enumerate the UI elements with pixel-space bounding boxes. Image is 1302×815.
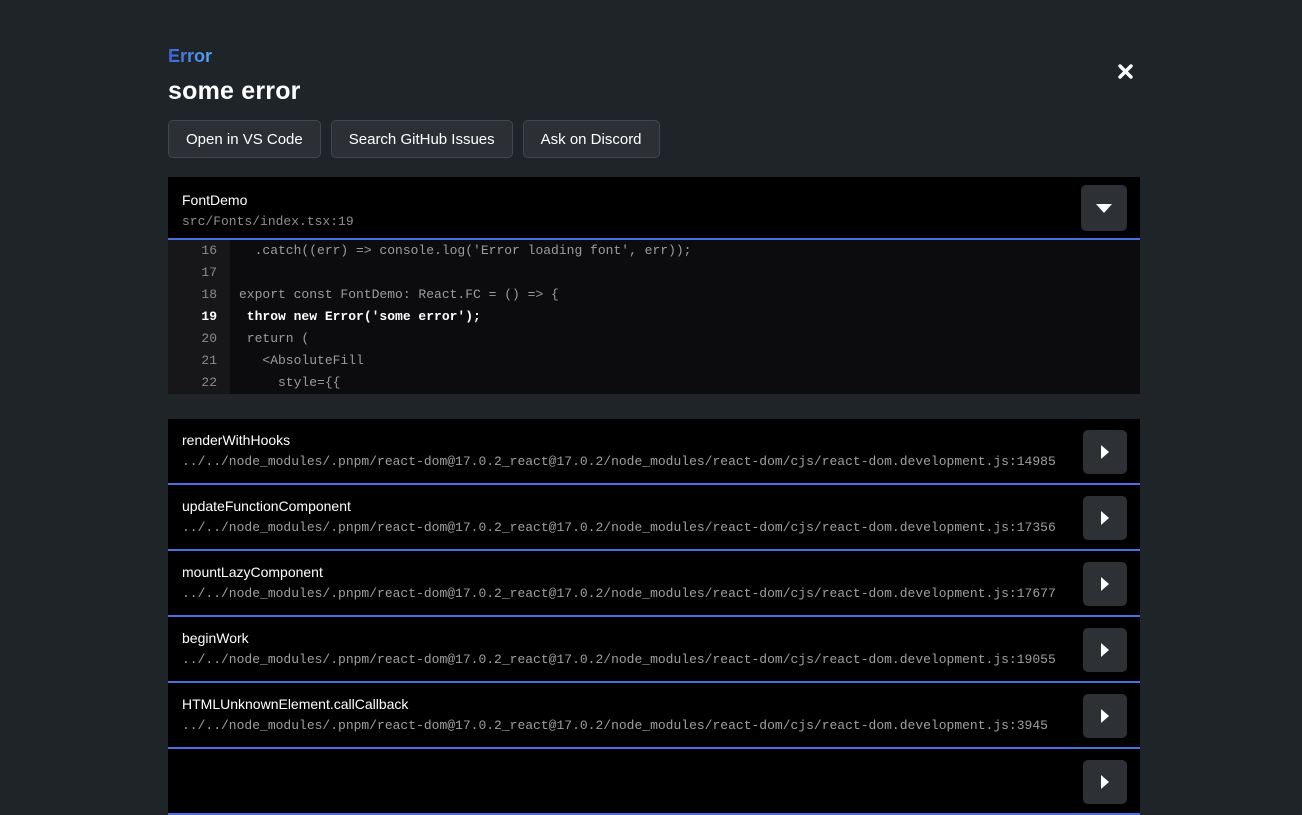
expand-frame-button[interactable] [1083,760,1127,804]
chevron-right-icon [1101,445,1109,459]
stack-frame-function-name: updateFunctionComponent [182,498,1070,514]
error-type-label: Error [168,46,212,67]
expand-frame-button[interactable] [1083,562,1127,606]
stack-frame-function-name: beginWork [182,630,1070,646]
stack-frame-function-name: mountLazyComponent [182,564,1070,580]
ask-on-discord-button[interactable]: Ask on Discord [523,120,660,158]
expand-frame-button[interactable] [1083,628,1127,672]
chevron-right-icon [1101,709,1109,723]
stack-frame-callcallback: HTMLUnknownElement.callCallback ../../no… [168,683,1140,749]
line-number: 20 [168,328,230,350]
line-number: 22 [168,372,230,394]
line-number: 16 [168,240,230,262]
code-line-text: export const FontDemo: React.FC = () => … [230,284,1140,306]
code-line-text: .catch((err) => console.log('Error loadi… [230,240,1140,262]
chevron-right-icon [1101,643,1109,657]
line-number: 19 [168,306,230,328]
search-github-issues-button[interactable]: Search GitHub Issues [331,120,513,158]
expand-frame-button[interactable] [1083,496,1127,540]
line-number: 18 [168,284,230,306]
collapse-code-button[interactable] [1081,185,1127,231]
stack-trace-list: renderWithHooks ../../node_modules/.pnpm… [168,419,1140,815]
close-button[interactable] [1109,57,1141,89]
open-in-vscode-button[interactable]: Open in VS Code [168,120,321,158]
code-frame-header: FontDemo src/Fonts/index.tsx:19 [168,177,1140,240]
code-line: 16 .catch((err) => console.log('Error lo… [168,240,1140,262]
stack-frame-location: ../../node_modules/.pnpm/react-dom@17.0.… [182,520,1070,535]
code-snippet: 16 .catch((err) => console.log('Error lo… [168,240,1140,394]
line-number: 17 [168,262,230,284]
stack-frame-location: ../../node_modules/.pnpm/react-dom@17.0.… [182,454,1070,469]
code-line-text: <AbsoluteFill [230,350,1140,372]
chevron-right-icon [1101,577,1109,591]
stack-frame-function-name: renderWithHooks [182,432,1070,448]
stack-frame-beginwork: beginWork ../../node_modules/.pnpm/react… [168,617,1140,683]
error-message-title: some error [168,77,301,106]
stack-frame-location: ../../node_modules/.pnpm/react-dom@17.0.… [182,718,1070,733]
code-line: 21 <AbsoluteFill [168,350,1140,372]
code-line: 18export const FontDemo: React.FC = () =… [168,284,1140,306]
code-line-text: style={{ [230,372,1140,394]
code-frame-location: src/Fonts/index.tsx:19 [182,214,1126,229]
expand-frame-button[interactable] [1083,430,1127,474]
stack-frame-function-name: HTMLUnknownElement.callCallback [182,696,1070,712]
chevron-right-icon [1101,775,1109,789]
code-line-text: throw new Error('some error'); [230,306,1140,328]
code-line: 17 [168,262,1140,284]
code-frame-function-name: FontDemo [182,192,1126,208]
line-number: 21 [168,350,230,372]
expand-frame-button[interactable] [1083,694,1127,738]
close-icon [1116,62,1135,84]
stack-frame-mountlazycomponent: mountLazyComponent ../../node_modules/.p… [168,551,1140,617]
stack-frame-updatefunctioncomponent: updateFunctionComponent ../../node_modul… [168,485,1140,551]
code-line-text [230,262,1140,284]
stack-frame-location: ../../node_modules/.pnpm/react-dom@17.0.… [182,586,1070,601]
chevron-down-icon [1096,204,1112,213]
chevron-right-icon [1101,511,1109,525]
stack-frame-renderwithhooks: renderWithHooks ../../node_modules/.pnpm… [168,419,1140,485]
stack-frame-partial [168,749,1140,815]
code-frame-panel: FontDemo src/Fonts/index.tsx:19 16 .catc… [168,177,1140,394]
code-line: 22 style={{ [168,372,1140,394]
code-line-text: return ( [230,328,1140,350]
action-button-row: Open in VS Code Search GitHub Issues Ask… [168,120,660,158]
stack-frame-location: ../../node_modules/.pnpm/react-dom@17.0.… [182,652,1070,667]
code-line-highlighted: 19 throw new Error('some error'); [168,306,1140,328]
code-line: 20 return ( [168,328,1140,350]
